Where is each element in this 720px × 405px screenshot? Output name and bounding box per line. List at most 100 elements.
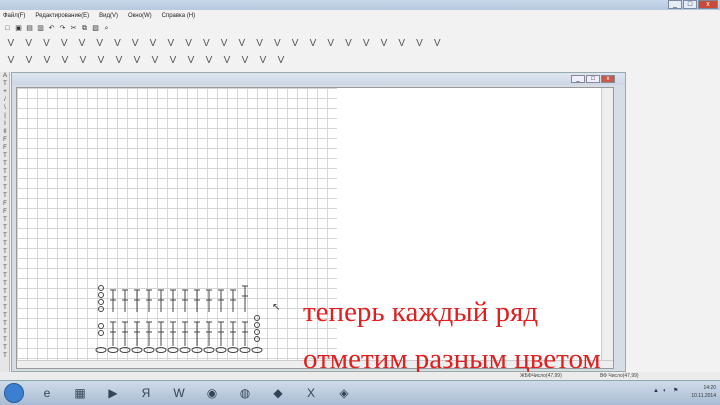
left-tool-33[interactable]: T — [0, 336, 10, 344]
left-tool-28[interactable]: T — [0, 296, 10, 304]
stitch-tool-16[interactable]: V — [288, 38, 302, 50]
stitch-tool-5[interactable]: V — [93, 38, 107, 50]
left-tool-30[interactable]: T — [0, 312, 10, 320]
network-icon[interactable]: ▲ — [653, 388, 660, 395]
left-tool-0[interactable]: A — [0, 72, 10, 80]
stitch-tool-b-4[interactable]: V — [76, 55, 90, 67]
clock[interactable]: 14:20 10.11.2014 — [691, 384, 716, 400]
left-tool-11[interactable]: T — [0, 160, 10, 168]
open-icon[interactable]: ▣ — [14, 24, 23, 33]
volume-icon[interactable]: ◐ — [663, 388, 670, 395]
left-tool-31[interactable]: T — [0, 320, 10, 328]
menu-edit[interactable]: Редактирование(E) — [35, 11, 89, 21]
zoom-icon[interactable]: ⌕ — [102, 24, 111, 33]
minimize-button[interactable]: _ — [668, 0, 682, 9]
app2-icon[interactable]: ◈ — [333, 384, 355, 402]
left-tool-1[interactable]: T — [0, 80, 10, 88]
maximize-button[interactable]: □ — [683, 0, 697, 9]
stitch-tool-2[interactable]: V — [40, 38, 54, 50]
stitch-tool-21[interactable]: V — [377, 38, 391, 50]
menu-window[interactable]: Окно(W) — [128, 11, 152, 21]
print-icon[interactable]: ▥ — [36, 24, 45, 33]
left-tool-9[interactable]: F — [0, 144, 10, 152]
stitch-tool-b-14[interactable]: V — [256, 55, 270, 67]
left-tool-23[interactable]: T — [0, 256, 10, 264]
left-tool-7[interactable]: II — [0, 128, 10, 136]
stitch-tool-b-13[interactable]: V — [238, 55, 252, 67]
left-tool-5[interactable]: | — [0, 112, 10, 120]
left-tool-16[interactable]: F — [0, 200, 10, 208]
stitch-tool-b-2[interactable]: V — [40, 55, 54, 67]
excel-icon[interactable]: X — [300, 384, 322, 402]
save-icon[interactable]: ▤ — [25, 24, 34, 33]
left-tool-10[interactable]: T — [0, 152, 10, 160]
left-tool-27[interactable]: T — [0, 288, 10, 296]
stitch-tool-b-3[interactable]: V — [58, 55, 72, 67]
left-tool-13[interactable]: T — [0, 176, 10, 184]
stitch-tool-b-11[interactable]: V — [202, 55, 216, 67]
stitch-tool-11[interactable]: V — [199, 38, 213, 50]
left-tool-15[interactable]: T — [0, 192, 10, 200]
left-tool-2[interactable]: + — [0, 88, 10, 96]
app-icon[interactable]: ◆ — [267, 384, 289, 402]
menu-file[interactable]: Файл(F) — [3, 11, 25, 21]
folder-icon[interactable]: ▦ — [69, 384, 91, 402]
left-tool-17[interactable]: F — [0, 208, 10, 216]
chrome-icon[interactable]: ◉ — [201, 384, 223, 402]
media-icon[interactable]: ▶ — [102, 384, 124, 402]
undo-icon[interactable]: ↶ — [47, 24, 56, 33]
doc-close-button[interactable]: x — [601, 75, 615, 83]
new-icon[interactable]: □ — [3, 24, 12, 33]
stitch-tool-0[interactable]: V — [4, 38, 18, 50]
word-icon[interactable]: W — [168, 384, 190, 402]
stitch-tool-24[interactable]: V — [430, 38, 444, 50]
ie-icon[interactable]: e — [36, 384, 58, 402]
stitch-tool-17[interactable]: V — [306, 38, 320, 50]
doc-minimize-button[interactable]: _ — [571, 75, 585, 83]
left-tool-34[interactable]: T — [0, 344, 10, 352]
left-tool-3[interactable]: / — [0, 96, 10, 104]
doc-maximize-button[interactable]: □ — [586, 75, 600, 83]
firefox-icon[interactable]: ◍ — [234, 384, 256, 402]
stitch-tool-b-5[interactable]: V — [94, 55, 108, 67]
redo-icon[interactable]: ↷ — [58, 24, 67, 33]
stitch-tool-20[interactable]: V — [359, 38, 373, 50]
left-tool-20[interactable]: T — [0, 232, 10, 240]
left-tool-22[interactable]: T — [0, 248, 10, 256]
stitch-tool-13[interactable]: V — [235, 38, 249, 50]
stitch-tool-7[interactable]: V — [128, 38, 142, 50]
stitch-tool-9[interactable]: V — [164, 38, 178, 50]
left-tool-14[interactable]: T — [0, 184, 10, 192]
left-tool-21[interactable]: T — [0, 240, 10, 248]
left-tool-12[interactable]: T — [0, 168, 10, 176]
stitch-tool-8[interactable]: V — [146, 38, 160, 50]
stitch-tool-b-9[interactable]: V — [166, 55, 180, 67]
paste-icon[interactable]: ▧ — [91, 24, 100, 33]
stitch-tool-b-6[interactable]: V — [112, 55, 126, 67]
stitch-tool-6[interactable]: V — [111, 38, 125, 50]
stitch-tool-22[interactable]: V — [395, 38, 409, 50]
left-tool-6[interactable]: I — [0, 120, 10, 128]
stitch-tool-b-7[interactable]: V — [130, 55, 144, 67]
cut-icon[interactable]: ✂ — [69, 24, 78, 33]
stitch-tool-3[interactable]: V — [57, 38, 71, 50]
left-tool-18[interactable]: T — [0, 216, 10, 224]
stitch-tool-10[interactable]: V — [182, 38, 196, 50]
stitch-tool-23[interactable]: V — [413, 38, 427, 50]
start-button[interactable] — [4, 383, 24, 403]
menu-view[interactable]: Вид(V) — [99, 11, 118, 21]
yandex-icon[interactable]: Я — [135, 384, 157, 402]
stitch-tool-19[interactable]: V — [342, 38, 356, 50]
stitch-tool-b-0[interactable]: V — [4, 55, 18, 67]
flag-icon[interactable]: ⚑ — [673, 388, 680, 395]
left-tool-26[interactable]: T — [0, 280, 10, 288]
left-tool-35[interactable]: T — [0, 352, 10, 360]
left-tool-24[interactable]: T — [0, 264, 10, 272]
copy-icon[interactable]: ⧉ — [80, 24, 89, 33]
stitch-tool-b-1[interactable]: V — [22, 55, 36, 67]
stitch-tool-4[interactable]: V — [75, 38, 89, 50]
stitch-tool-12[interactable]: V — [217, 38, 231, 50]
stitch-tool-b-12[interactable]: V — [220, 55, 234, 67]
stitch-tool-b-8[interactable]: V — [148, 55, 162, 67]
left-tool-32[interactable]: T — [0, 328, 10, 336]
